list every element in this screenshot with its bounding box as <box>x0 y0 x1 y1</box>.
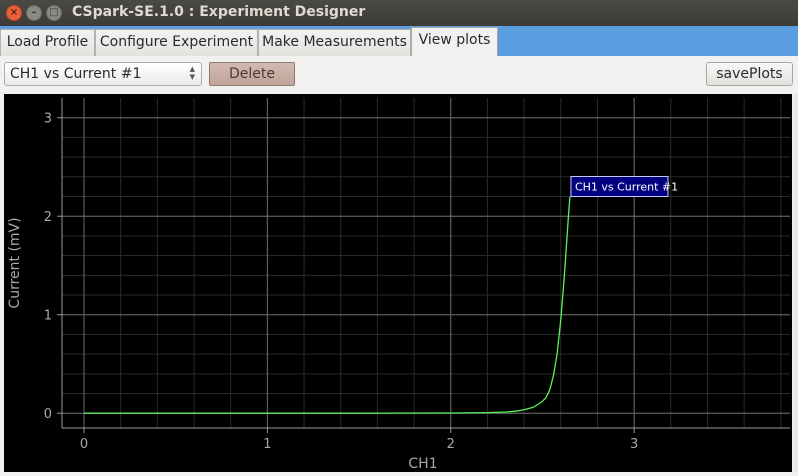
y-tick-label: 0 <box>44 407 52 422</box>
y-tick-label: 2 <box>44 210 52 225</box>
y-tick-label: 3 <box>44 112 52 127</box>
tab-view-plots[interactable]: View plots <box>411 27 498 56</box>
legend: CH1 vs Current #1 <box>570 176 678 198</box>
tab-bar: Load Profile Configure Experiment Make M… <box>0 26 798 56</box>
minor-grid <box>62 98 790 428</box>
x-tick-label: 0 <box>80 437 88 452</box>
plot-select-value: CH1 vs Current #1 <box>10 66 142 82</box>
app-window: × – □ CSpark-SE.1.0 : Experiment Designe… <box>0 0 798 476</box>
plot-area[interactable]: 01230123 CH1 vs Current #1 Current (mV) … <box>4 94 792 472</box>
maximize-icon: □ <box>49 7 59 18</box>
right-edge-strip <box>793 94 798 472</box>
minimize-icon: – <box>31 7 37 18</box>
legend-label: CH1 vs Current #1 <box>575 181 678 194</box>
tab-load-profile[interactable]: Load Profile <box>0 29 95 56</box>
close-window-button[interactable]: × <box>6 5 22 21</box>
chart[interactable]: 0 1 2 30123 CH1 vs Current #1 Current (mV) … <box>4 94 792 472</box>
tab-make-measurements[interactable]: Make Measurements <box>258 29 411 56</box>
x-tick-label: 1 <box>263 437 271 452</box>
y-tick-label: 1 <box>44 309 52 324</box>
delete-button[interactable]: Delete <box>209 62 295 86</box>
tab-configure-experiment[interactable]: Configure Experiment <box>95 29 258 56</box>
updown-arrows-icon: ▲ ▼ <box>189 65 195 81</box>
close-icon: × <box>9 7 19 18</box>
x-tick-label: 3 <box>630 437 638 452</box>
window-title: CSpark-SE.1.0 : Experiment Designer <box>72 4 366 20</box>
x-axis-label: CH1 <box>408 456 437 472</box>
title-bar: × – □ CSpark-SE.1.0 : Experiment Designe… <box>0 0 798 26</box>
minimize-window-button[interactable]: – <box>26 5 42 21</box>
x-tick-label: 2 <box>447 437 455 452</box>
maximize-window-button[interactable]: □ <box>46 5 62 21</box>
save-plots-button[interactable]: savePlots <box>706 62 793 86</box>
major-grid <box>62 98 790 428</box>
y-axis-label: Current (mV) <box>7 217 23 308</box>
axes <box>57 98 790 433</box>
plot-select[interactable]: CH1 vs Current #1 ▲ ▼ <box>4 62 202 86</box>
